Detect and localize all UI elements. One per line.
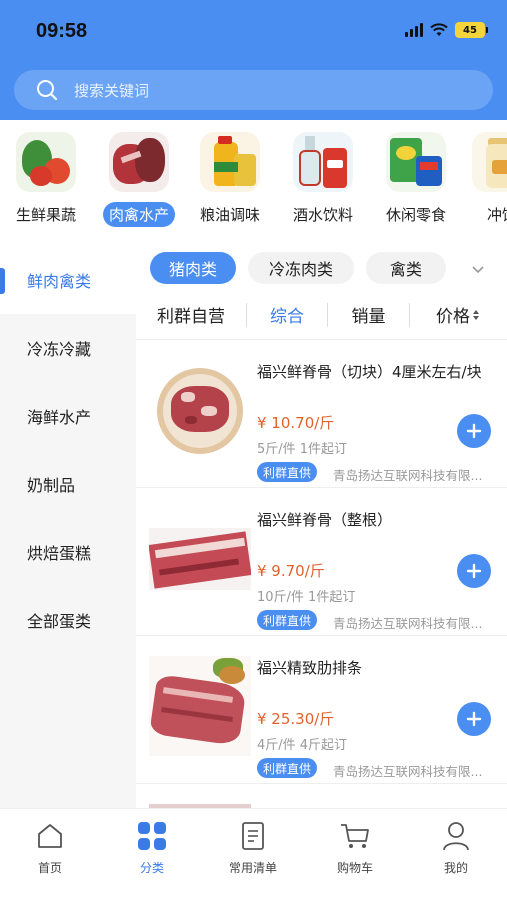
plus-icon xyxy=(466,711,482,727)
sort-comprehensive[interactable]: 综合 xyxy=(247,290,327,340)
tab-label: 常用清单 xyxy=(228,861,277,875)
status-icons: 45 xyxy=(405,22,488,38)
meat-icon xyxy=(109,132,169,192)
plus-icon xyxy=(466,563,482,579)
category-label: 休闲零食 xyxy=(385,206,446,224)
product-name: 福兴鲜脊骨（切块）4厘米左右/块 xyxy=(257,363,482,381)
tab-label: 首页 xyxy=(37,861,62,875)
subtab-pork[interactable]: 猪肉类 xyxy=(150,252,236,284)
category-grid-icon xyxy=(138,822,166,850)
user-icon xyxy=(443,822,469,851)
product-list: 福兴鲜脊骨（切块）4厘米左右/块 ¥ 10.70/斤 5斤/件 1件起订 利群直… xyxy=(136,340,507,808)
bottom-tab-bar: 首页 分类 常用清单 购物车 我的 xyxy=(0,808,507,900)
sort-bar: 利群自营 综合 销量 价格 xyxy=(136,290,507,340)
product-spec: 4斤/件 4斤起订 xyxy=(257,738,348,753)
product-spec: 10斤/件 1件起订 xyxy=(257,590,356,605)
add-to-cart-button[interactable] xyxy=(457,414,491,448)
header: 09:58 45 搜索关键词 xyxy=(0,0,507,120)
product-image xyxy=(149,360,251,460)
category-label: 冲饮 xyxy=(486,206,507,224)
supplier-name: 青岛扬达互联网科技有限... xyxy=(333,616,483,631)
category-fresh-produce[interactable]: 生鲜果蔬 xyxy=(0,132,92,227)
product-image xyxy=(149,656,251,756)
supplier-tag: 利群直供 xyxy=(257,610,318,630)
beverage-icon xyxy=(472,132,507,192)
chevron-down-icon[interactable] xyxy=(471,262,485,276)
sort-self-operated[interactable]: 利群自营 xyxy=(136,290,246,340)
category-snacks[interactable]: 休闲零食 xyxy=(370,132,462,227)
product-card[interactable]: 福兴鲜脊骨（整根） ¥ 9.70/斤 10斤/件 1件起订 利群直供 青岛扬达互… xyxy=(136,488,507,636)
subtab-poultry[interactable]: 禽类 xyxy=(366,252,446,284)
category-label: 生鲜果蔬 xyxy=(15,206,76,224)
drinks-icon xyxy=(293,132,353,192)
sort-sales[interactable]: 销量 xyxy=(328,290,409,340)
side-item-seafood[interactable]: 海鲜水产 xyxy=(0,382,136,450)
product-name: 福兴精致肋排条 xyxy=(257,659,363,677)
snacks-icon xyxy=(386,132,446,192)
supplier-tag: 利群直供 xyxy=(257,462,318,482)
category-strip: 生鲜果蔬 肉禽水产 粮油调味 酒水饮料 休闲零食 冲 xyxy=(0,120,507,236)
tab-mine[interactable]: 我的 xyxy=(416,819,496,876)
product-card[interactable]: 福兴鲜脊骨（切块）4厘米左右/块 ¥ 10.70/斤 5斤/件 1件起订 利群直… xyxy=(136,340,507,488)
category-meat-aquatic[interactable]: 肉禽水产 xyxy=(93,132,185,227)
cart-icon xyxy=(341,824,369,848)
side-item-frozen[interactable]: 冷冻冷藏 xyxy=(0,314,136,382)
category-grain-oil[interactable]: 粮油调味 xyxy=(184,132,276,227)
add-to-cart-button[interactable] xyxy=(457,554,491,588)
product-card-partial[interactable] xyxy=(136,784,507,808)
supplier-name: 青岛扬达互联网科技有限... xyxy=(333,764,483,779)
supplier-tag: 利群直供 xyxy=(257,758,318,778)
search-icon xyxy=(37,80,58,101)
sub-tabs: 猪肉类 冷冻肉类 禽类 xyxy=(136,246,507,290)
status-time: 09:58 xyxy=(36,20,88,42)
product-price: ¥ 10.70/斤 xyxy=(257,414,335,432)
tab-category[interactable]: 分类 xyxy=(112,819,192,876)
side-item-eggs[interactable]: 全部蛋类 xyxy=(0,586,136,654)
battery-icon: 45 xyxy=(455,22,488,38)
side-item-fresh-meat[interactable]: 鲜肉禽类 xyxy=(0,246,136,314)
product-price: ¥ 25.30/斤 xyxy=(257,710,335,728)
sort-price[interactable]: 价格 xyxy=(410,290,506,340)
side-item-bakery[interactable]: 烘焙蛋糕 xyxy=(0,518,136,586)
tab-label: 购物车 xyxy=(336,861,373,875)
battery-level: 45 xyxy=(463,24,477,36)
subtab-frozen-meat[interactable]: 冷冻肉类 xyxy=(248,252,354,284)
tab-label: 我的 xyxy=(443,861,468,875)
tab-home[interactable]: 首页 xyxy=(10,819,90,876)
product-card[interactable]: 福兴精致肋排条 ¥ 25.30/斤 4斤/件 4斤起订 利群直供 青岛扬达互联网… xyxy=(136,636,507,784)
status-bar: 09:58 45 xyxy=(0,0,507,62)
signal-icon xyxy=(405,23,423,37)
tab-label: 分类 xyxy=(139,861,164,875)
side-nav: 鲜肉禽类 冷冻冷藏 海鲜水产 奶制品 烘焙蛋糕 全部蛋类 xyxy=(0,246,136,808)
home-icon xyxy=(38,824,62,848)
list-icon xyxy=(242,822,264,850)
plus-icon xyxy=(466,423,482,439)
tab-cart[interactable]: 购物车 xyxy=(315,819,395,876)
search-placeholder: 搜索关键词 xyxy=(74,81,150,100)
category-label: 酒水饮料 xyxy=(292,206,353,224)
tab-frequent-list[interactable]: 常用清单 xyxy=(213,819,293,876)
category-drinks[interactable]: 酒水饮料 xyxy=(277,132,369,227)
product-image xyxy=(149,508,251,608)
category-label: 粮油调味 xyxy=(199,206,260,224)
vegetables-icon xyxy=(16,132,76,192)
product-price: ¥ 9.70/斤 xyxy=(257,562,325,580)
search-bar[interactable]: 搜索关键词 xyxy=(14,70,493,110)
sort-price-label: 价格 xyxy=(436,307,470,327)
category-beverage[interactable]: 冲饮 xyxy=(456,132,507,227)
side-item-dairy[interactable]: 奶制品 xyxy=(0,450,136,518)
add-to-cart-button[interactable] xyxy=(457,702,491,736)
oil-icon xyxy=(200,132,260,192)
supplier-name: 青岛扬达互联网科技有限... xyxy=(333,468,483,483)
category-label: 肉禽水产 xyxy=(102,202,175,227)
wifi-icon xyxy=(430,23,448,36)
sort-arrows-icon xyxy=(473,309,479,320)
product-spec: 5斤/件 1件起订 xyxy=(257,442,348,457)
product-name: 福兴鲜脊骨（整根） xyxy=(257,511,393,529)
